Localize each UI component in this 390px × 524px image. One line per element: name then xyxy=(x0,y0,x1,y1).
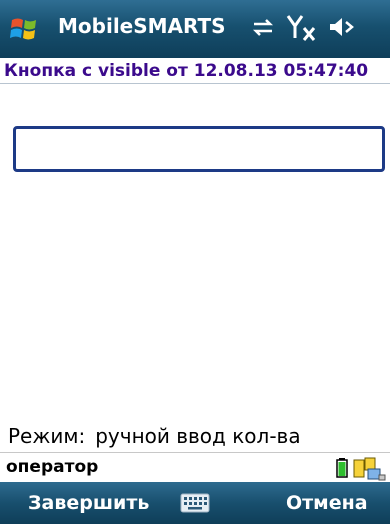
app-title: MobileSMARTS xyxy=(58,14,226,38)
entry-field[interactable] xyxy=(16,129,382,169)
windows-start-icon[interactable] xyxy=(8,12,40,44)
sync-arrows-icon[interactable] xyxy=(248,12,278,42)
entry-field-frame[interactable] xyxy=(13,126,385,172)
operator-label: оператор xyxy=(6,457,99,477)
mode-line: Режим: ручной ввод кол-ва xyxy=(8,424,301,448)
screen-subtitle: Кнопка с visible от 12.08.13 05:47:40 xyxy=(0,58,390,84)
title-bar: MobileSMARTS xyxy=(0,0,390,58)
status-bar: оператор xyxy=(0,452,390,483)
volume-muted-icon[interactable] xyxy=(326,12,356,42)
battery-icon xyxy=(336,458,348,478)
no-signal-icon[interactable] xyxy=(284,12,318,42)
keyboard-icon[interactable] xyxy=(180,492,210,514)
devices-connection-icon xyxy=(353,457,386,481)
softkey-bar: Завершить Отмена xyxy=(0,482,390,524)
finish-softkey[interactable]: Завершить xyxy=(28,492,149,514)
cancel-softkey[interactable]: Отмена xyxy=(286,492,368,514)
mode-label: Режим: xyxy=(8,424,86,448)
mode-value: ручной ввод кол-ва xyxy=(95,424,301,448)
